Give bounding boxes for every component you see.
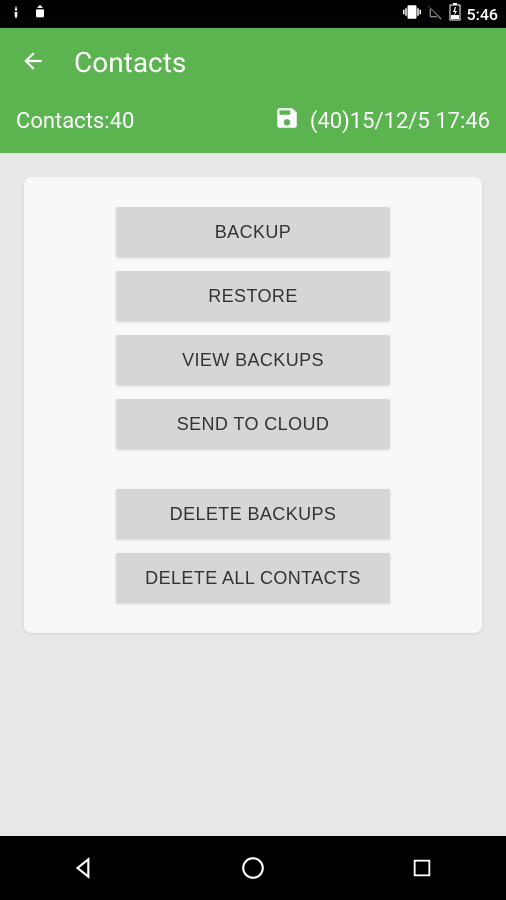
send-to-cloud-button[interactable]: SEND TO CLOUD <box>116 399 390 449</box>
nav-back-button[interactable] <box>68 852 100 884</box>
app-bar: Contacts <box>0 28 506 93</box>
no-sim-icon <box>427 4 443 24</box>
status-bar: 5:46 <box>0 0 506 28</box>
vibrate-icon <box>403 3 421 25</box>
backup-button[interactable]: BACKUP <box>116 207 390 257</box>
rocket-icon <box>8 4 24 24</box>
view-backups-button[interactable]: VIEW BACKUPS <box>116 335 390 385</box>
nav-home-button[interactable] <box>237 852 269 884</box>
nav-recent-button[interactable] <box>406 852 438 884</box>
page-title: Contacts <box>74 46 186 79</box>
save-icon <box>274 105 300 137</box>
restore-button[interactable]: RESTORE <box>116 271 390 321</box>
back-arrow-icon[interactable] <box>20 48 46 78</box>
backup-timestamp: (40)15/12/5 17:46 <box>310 109 490 134</box>
content-area: BACKUP RESTORE VIEW BACKUPS SEND TO CLOU… <box>0 153 506 657</box>
android-icon <box>32 4 48 24</box>
contacts-count: Contacts:40 <box>16 109 134 134</box>
status-time: 5:46 <box>467 5 499 24</box>
delete-backups-button[interactable]: DELETE BACKUPS <box>116 489 390 539</box>
battery-icon <box>449 3 461 25</box>
navigation-bar <box>0 836 506 900</box>
info-bar: Contacts:40 (40)15/12/5 17:46 <box>0 93 506 153</box>
action-card: BACKUP RESTORE VIEW BACKUPS SEND TO CLOU… <box>24 177 482 633</box>
delete-all-contacts-button[interactable]: DELETE ALL CONTACTS <box>116 553 390 603</box>
